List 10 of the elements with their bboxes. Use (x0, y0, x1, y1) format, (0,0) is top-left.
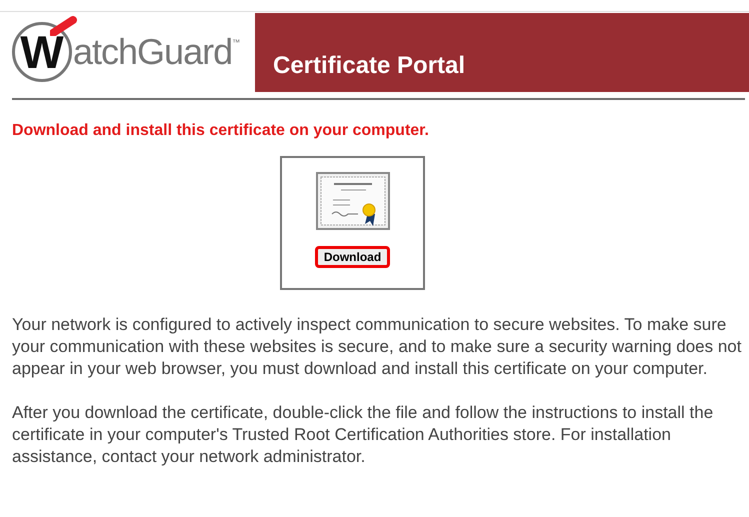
logo-text: atchGuard (73, 31, 232, 73)
certificate-icon (316, 172, 390, 232)
trademark: ™ (232, 38, 240, 47)
logo-mark: W (12, 22, 72, 82)
swoosh-icon (50, 16, 78, 36)
paragraph: Your network is configured to actively inspect communication to secure websites. To make sure your communication with these websites is secure, and to make sure a security warning does not appear in your web browser, you must download and install this certificate on your computer. (12, 314, 742, 380)
paragraph: After you download the certificate, double-click the file and follow the instructions to install the certificate in your computer's Trusted Root Certification Authorities store. For installation assistance, contact your network administrator. (12, 402, 714, 468)
portal-title: Certificate Portal (273, 52, 466, 80)
download-button[interactable]: Download (314, 246, 390, 268)
instruction-text: Download and install this certificate on your computer. (12, 121, 430, 141)
